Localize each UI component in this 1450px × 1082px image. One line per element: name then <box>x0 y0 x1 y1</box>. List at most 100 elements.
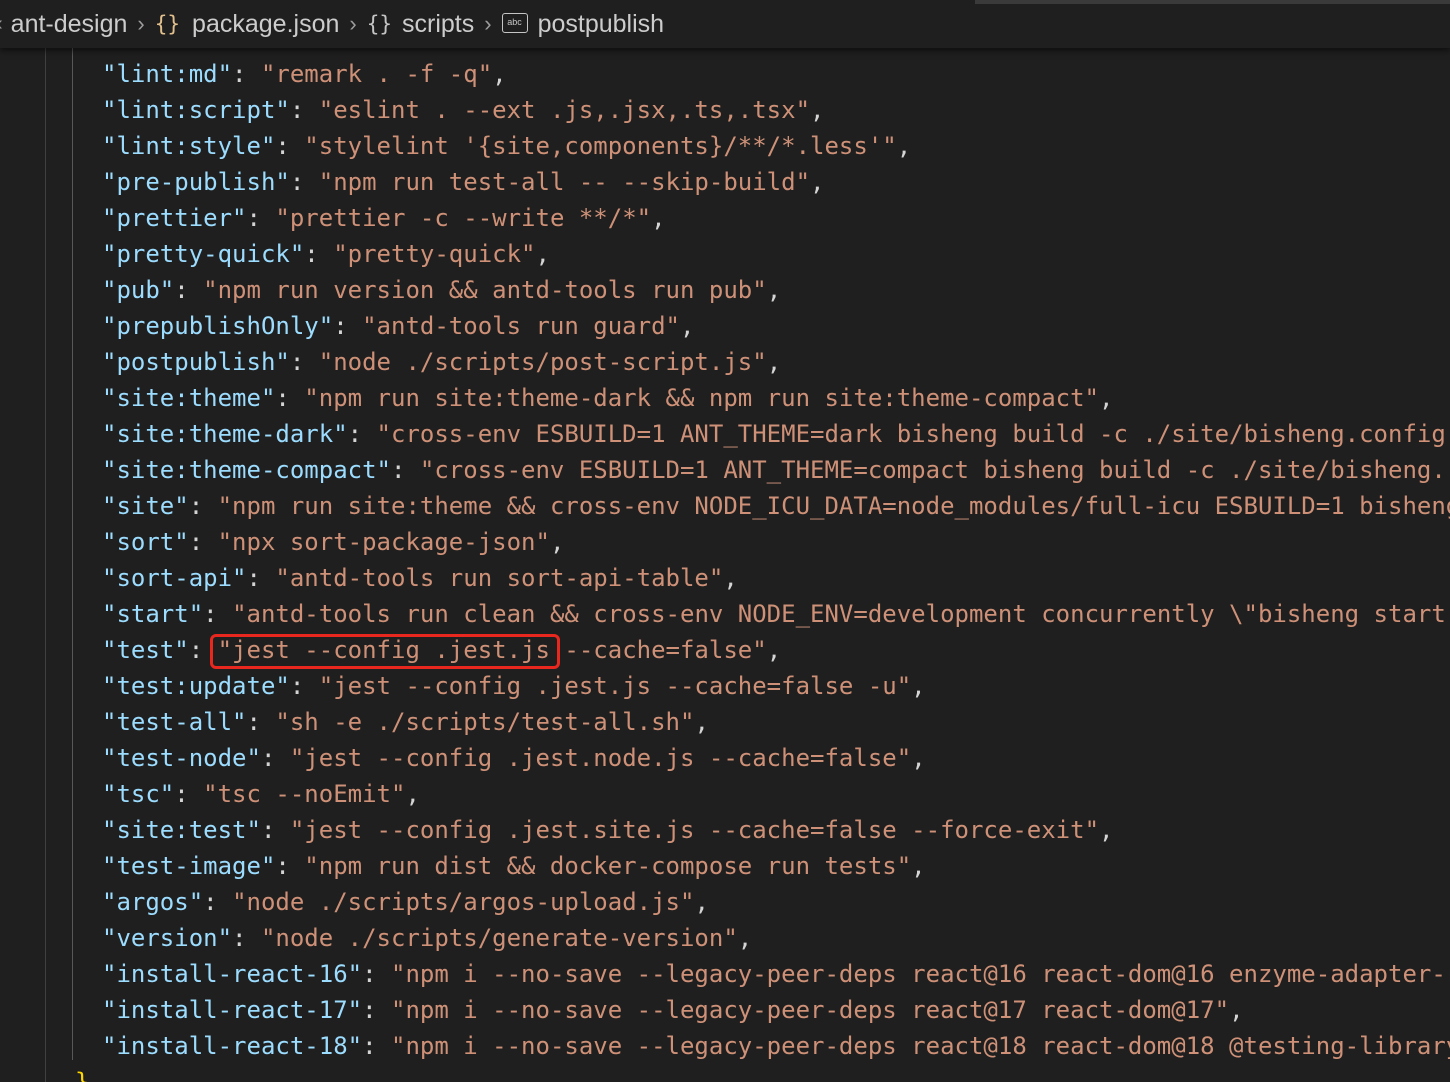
comma: , <box>896 132 912 160</box>
script-key: "pre-publish" <box>102 168 290 196</box>
code-line-start[interactable]: "start": "antd-tools run clean && cross-… <box>102 596 1450 632</box>
tab-bar-edge <box>975 0 1450 4</box>
breadcrumb-item[interactable]: postpublish <box>538 10 664 39</box>
code-line-install-react-16[interactable]: "install-react-16": "npm i --no-save --l… <box>102 956 1450 992</box>
script-key: "test-node" <box>102 744 261 772</box>
code-line-sort[interactable]: "sort": "npx sort-package-json", <box>102 524 1450 560</box>
code-line-lint-md[interactable]: "lint:md": "remark . -f -q", <box>102 56 1450 92</box>
code-line-tsc[interactable]: "tsc": "tsc --noEmit", <box>102 776 1450 812</box>
script-key: "prepublishOnly" <box>102 312 334 340</box>
code-line-prettier[interactable]: "prettier": "prettier -c --write **/*", <box>102 200 1450 236</box>
code-line-argos[interactable]: "argos": "node ./scripts/argos-upload.js… <box>102 884 1450 920</box>
colon: : <box>362 996 391 1024</box>
script-value: "node ./scripts/argos-upload.js" <box>232 888 695 916</box>
script-value: "prettier -c --write **/*" <box>275 204 652 232</box>
script-value: "cross-env ESBUILD=1 ANT_THEME=dark bish… <box>376 420 1446 448</box>
code-line-postpublish[interactable]: "postpublish": "node ./scripts/post-scri… <box>102 344 1450 380</box>
script-key: "test-all" <box>102 708 247 736</box>
code-line-site-test[interactable]: "site:test": "jest --config .jest.site.j… <box>102 812 1450 848</box>
breadcrumb: ‹ ant-design › {} package.json › {} scri… <box>0 0 1450 48</box>
colon: : <box>275 384 305 412</box>
script-value: "cross-env ESBUILD=1 ANT_THEME=compact b… <box>419 456 1446 484</box>
code-lines[interactable]: "lint:md": "remark . -f -q", "lint:script… <box>102 56 1450 1064</box>
code-line-site-theme-dark[interactable]: "site:theme-dark": "cross-env ESBUILD=1 … <box>102 416 1450 452</box>
colon: : <box>260 816 290 844</box>
closing-brace: } <box>75 1068 90 1082</box>
breadcrumb-section[interactable]: scripts <box>402 10 474 39</box>
comma: , <box>679 312 695 340</box>
string-abc-icon: abc <box>501 13 528 33</box>
script-key: "lint:md" <box>102 60 233 88</box>
script-value: "npm run dist && docker-compose run test… <box>304 852 912 880</box>
script-key: "pub" <box>102 276 175 304</box>
code-line-pre-publish[interactable]: "pre-publish": "npm run test-all -- --sk… <box>102 164 1450 200</box>
comma: , <box>911 672 926 700</box>
script-value: "npm run test-all -- --skip-build" <box>318 168 811 196</box>
comma: , <box>911 852 926 880</box>
script-key: "install-react-18" <box>102 1032 363 1060</box>
script-value: "npm i --no-save --legacy-peer-deps reac… <box>391 960 1450 988</box>
colon: : <box>362 960 391 988</box>
code-line-pretty-quick[interactable]: "pretty-quick": "pretty-quick", <box>102 236 1450 272</box>
colon: : <box>289 168 319 196</box>
code-line-install-react-18[interactable]: "install-react-18": "npm i --no-save --l… <box>102 1028 1450 1064</box>
comma: , <box>1099 816 1114 844</box>
colon: : <box>289 348 319 376</box>
colon: : <box>260 744 290 772</box>
code-line-test-node[interactable]: "test-node": "jest --config .jest.node.j… <box>102 740 1450 776</box>
script-key: "site" <box>102 492 189 520</box>
script-key: "test:update" <box>102 672 290 700</box>
comma: , <box>405 780 420 808</box>
code-line-test-update[interactable]: "test:update": "jest --config .jest.js -… <box>102 668 1450 704</box>
script-key: "site:theme-dark" <box>102 420 348 448</box>
code-line-test-image[interactable]: "test-image": "npm run dist && docker-co… <box>102 848 1450 884</box>
highlight-box <box>209 634 560 669</box>
code-line-version[interactable]: "version": "node ./scripts/generate-vers… <box>102 920 1450 956</box>
code-line-install-react-17[interactable]: "install-react-17": "npm i --no-save --l… <box>102 992 1450 1028</box>
script-value: "npx sort-package-json" <box>217 528 550 556</box>
code-line-prepublishOnly[interactable]: "prepublishOnly": "antd-tools run guard"… <box>102 308 1450 344</box>
chevron-left-icon[interactable]: ‹ <box>0 13 3 36</box>
script-value: "tsc --noEmit" <box>203 780 406 808</box>
breadcrumb-project[interactable]: ant-design <box>11 10 128 39</box>
comma: , <box>549 528 565 556</box>
code-line-lint-script[interactable]: "lint:script": "eslint . --ext .js,.jsx,… <box>102 92 1450 128</box>
active-indent-guide <box>72 48 73 1060</box>
script-value: "antd-tools run guard" <box>362 312 680 340</box>
comma: , <box>723 564 738 592</box>
script-key: "argos" <box>102 888 204 916</box>
code-line-pub[interactable]: "pub": "npm run version && antd-tools ru… <box>102 272 1450 308</box>
colon: : <box>246 708 276 736</box>
script-key: "site:test" <box>102 816 261 844</box>
colon: : <box>289 672 319 700</box>
code-line-site[interactable]: "site": "npm run site:theme && cross-env… <box>102 488 1450 524</box>
colon: : <box>362 1032 391 1060</box>
script-key: "site:theme-compact" <box>102 456 391 484</box>
script-key: "tsc" <box>102 780 175 808</box>
code-line-sort-api[interactable]: "sort-api": "antd-tools run sort-api-tab… <box>102 560 1450 596</box>
comma: , <box>766 636 782 664</box>
code-line-site-theme[interactable]: "site:theme": "npm run site:theme-dark &… <box>102 380 1450 416</box>
script-key: "test-image" <box>102 852 276 880</box>
script-value: "jest --config .jest.site.js --cache=fal… <box>289 816 1100 844</box>
colon: : <box>289 96 319 124</box>
comma: , <box>810 168 825 196</box>
script-value: "jest --config .jest.node.js --cache=fal… <box>289 744 912 772</box>
code-line-lint-style[interactable]: "lint:style": "stylelint '{site,componen… <box>102 128 1450 164</box>
script-value: "antd-tools run sort-api-table" <box>275 564 724 592</box>
colon: : <box>232 60 261 88</box>
colon: : <box>275 132 305 160</box>
colon: : <box>246 564 276 592</box>
code-line-test-all[interactable]: "test-all": "sh -e ./scripts/test-all.sh… <box>102 704 1450 740</box>
colon: : <box>275 852 305 880</box>
code-editor[interactable]: "lint:md": "remark . -f -q", "lint:script… <box>0 48 1450 1082</box>
colon: : <box>188 528 218 556</box>
colon: : <box>333 312 363 340</box>
script-key: "sort-api" <box>102 564 247 592</box>
script-value: "antd-tools run clean && cross-env NODE_… <box>232 600 1446 628</box>
breadcrumb-file[interactable]: package.json <box>192 10 339 39</box>
script-key: "install-react-16" <box>102 960 363 988</box>
code-line-site-theme-compact[interactable]: "site:theme-compact": "cross-env ESBUILD… <box>102 452 1450 488</box>
comma: , <box>911 744 926 772</box>
script-key: "version" <box>102 924 233 952</box>
